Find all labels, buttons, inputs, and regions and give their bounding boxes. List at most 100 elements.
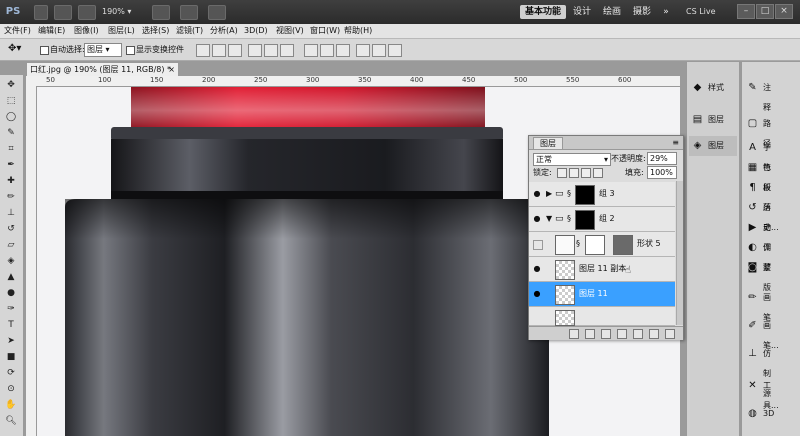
paint-bucket-tool-icon[interactable]: ◈ <box>4 255 18 268</box>
healing-brush-tool-icon[interactable]: ✚ <box>4 175 18 188</box>
align-top-icon[interactable] <box>196 44 210 57</box>
history-brush-tool-icon[interactable]: ↺ <box>4 223 18 236</box>
new-layer-icon[interactable] <box>649 329 659 339</box>
menu-view[interactable]: 视图(V) <box>276 25 304 37</box>
layers-panel-button[interactable]: ▤ 图层 <box>689 110 737 130</box>
layer-mask-thumbnail[interactable] <box>613 235 633 255</box>
blur-tool-icon[interactable]: ▲ <box>4 271 18 284</box>
lock-all-icon[interactable] <box>593 168 603 178</box>
opacity-input[interactable]: 29% <box>647 152 677 165</box>
align-vcenter-icon[interactable] <box>212 44 226 57</box>
collapse-arrow-icon[interactable]: ▼ <box>546 214 552 223</box>
link-layers-icon[interactable] <box>569 329 579 339</box>
document-tab[interactable]: 口红.jpg @ 190% (图层 11, RGB/8) * × <box>26 62 179 76</box>
visibility-eye-icon[interactable]: ● <box>533 290 541 298</box>
workspace-design[interactable]: 设计 <box>570 5 594 19</box>
menu-select[interactable]: 选择(S) <box>142 25 169 37</box>
layer-row-group-2[interactable]: ● ▼ ▭ § 组 2 <box>529 207 675 232</box>
distribute-top-icon[interactable] <box>304 44 318 57</box>
3d-rotate-tool-icon[interactable]: ⟳ <box>4 367 18 380</box>
layer-thumbnail[interactable] <box>555 260 575 280</box>
type-tool-icon[interactable]: T <box>4 319 18 332</box>
lock-transparency-icon[interactable] <box>557 168 567 178</box>
tab-layers[interactable]: 图层 <box>533 137 563 149</box>
distribute-hcenter-icon[interactable] <box>372 44 386 57</box>
styles-panel-button[interactable]: ◆ 样式 <box>689 78 737 98</box>
distribute-left-icon[interactable] <box>356 44 370 57</box>
align-right-icon[interactable] <box>280 44 294 57</box>
menu-filter[interactable]: 滤镜(T) <box>176 25 203 37</box>
more-workspaces[interactable]: » <box>660 5 672 19</box>
visibility-eye-icon[interactable]: ● <box>533 190 541 198</box>
shape-layer-thumbnail[interactable] <box>555 235 575 255</box>
vector-mask-thumbnail[interactable] <box>585 235 605 255</box>
zoom-level-select[interactable]: 190% ▾ <box>102 5 146 18</box>
align-hcenter-icon[interactable] <box>264 44 278 57</box>
show-transform-checkbox[interactable] <box>126 46 135 55</box>
workspace-painting[interactable]: 绘画 <box>600 5 624 19</box>
layer-thumbnail[interactable] <box>555 285 575 305</box>
align-bottom-icon[interactable] <box>228 44 242 57</box>
menu-edit[interactable]: 编辑(E) <box>38 25 65 37</box>
menu-image[interactable]: 图像(I) <box>74 25 99 37</box>
distribute-right-icon[interactable] <box>388 44 402 57</box>
lasso-tool-icon[interactable]: ◯ <box>4 111 18 124</box>
align-left-icon[interactable] <box>248 44 262 57</box>
pen-tool-icon[interactable]: ✑ <box>4 303 18 316</box>
lock-position-icon[interactable] <box>581 168 591 178</box>
marquee-tool-icon[interactable]: ⬚ <box>4 95 18 108</box>
layer-mask-thumbnail[interactable] <box>575 185 595 205</box>
path-selection-tool-icon[interactable]: ➤ <box>4 335 18 348</box>
maximize-button[interactable]: □ <box>756 4 774 19</box>
layer-thumbnail[interactable] <box>555 310 575 326</box>
quick-select-tool-icon[interactable]: ✎ <box>4 127 18 140</box>
crop-tool-icon[interactable]: ⌗ <box>4 143 18 156</box>
mini-bridge-icon[interactable] <box>54 5 72 20</box>
move-tool-preset-icon[interactable]: ✥▾ <box>8 43 30 55</box>
delete-layer-icon[interactable] <box>665 329 675 339</box>
arrange-documents-icon[interactable] <box>180 5 198 20</box>
brush-tool-icon[interactable]: ✏ <box>4 191 18 204</box>
layer-row-partial[interactable] <box>529 307 675 326</box>
workspace-essentials[interactable]: 基本功能 <box>520 5 566 19</box>
3d-camera-tool-icon[interactable]: ⊙ <box>4 383 18 396</box>
auto-select-target-select[interactable]: 图层 ▾ <box>84 43 122 57</box>
fx-icon[interactable] <box>585 329 595 339</box>
vertical-ruler[interactable] <box>26 86 37 436</box>
clone-stamp-tool-icon[interactable]: ⊥ <box>4 207 18 220</box>
panel-menu-icon[interactable]: ≡ <box>672 137 679 148</box>
horizontal-ruler[interactable]: 50 100 150 200 250 300 350 400 450 500 5… <box>26 76 680 87</box>
menu-3d[interactable]: 3D(D) <box>244 25 268 37</box>
visibility-eye-icon[interactable]: ● <box>533 215 541 223</box>
hand-tool-icon[interactable]: ✋ <box>4 399 18 412</box>
layer-row-layer-11[interactable]: ● 图层 11 <box>529 282 675 307</box>
lock-image-icon[interactable] <box>569 168 579 178</box>
new-group-icon[interactable] <box>633 329 643 339</box>
layer-row-layer-11-copy[interactable]: ● 图层 11 副本 ☝ <box>529 257 675 282</box>
distribute-vcenter-icon[interactable] <box>320 44 334 57</box>
channels-panel-button[interactable]: ◈ 图层 <box>689 136 737 156</box>
menu-help[interactable]: 帮助(H) <box>344 25 372 37</box>
dodge-tool-icon[interactable]: ● <box>4 287 18 300</box>
zoom-tool-icon[interactable]: 🔍︎ <box>4 415 18 428</box>
workspace-photography[interactable]: 摄影 <box>630 5 654 19</box>
expand-arrow-icon[interactable]: ▶ <box>546 189 552 198</box>
visibility-toggle-off[interactable] <box>533 240 543 250</box>
minimize-button[interactable]: – <box>737 4 755 19</box>
menu-file[interactable]: 文件(F) <box>4 25 31 37</box>
layer-row-group-3[interactable]: ● ▶ ▭ § 组 3 <box>529 182 675 207</box>
move-tool-icon[interactable]: ✥ <box>4 79 18 92</box>
bridge-icon[interactable] <box>34 5 48 20</box>
view-extras-icon[interactable] <box>78 5 96 20</box>
eraser-tool-icon[interactable]: ▱ <box>4 239 18 252</box>
shape-tool-icon[interactable]: ■ <box>4 351 18 364</box>
menu-layer[interactable]: 图层(L) <box>108 25 135 37</box>
layers-scrollbar[interactable] <box>676 181 683 325</box>
auto-select-checkbox[interactable] <box>40 46 49 55</box>
layer-row-shape-5[interactable]: § 形状 5 <box>529 232 675 257</box>
adjustment-layer-icon[interactable] <box>617 329 627 339</box>
distribute-bottom-icon[interactable] <box>336 44 350 57</box>
menu-window[interactable]: 窗口(W) <box>310 25 340 37</box>
close-document-icon[interactable]: × <box>168 63 175 76</box>
blend-mode-select[interactable]: 正常 ▾ <box>533 153 611 166</box>
